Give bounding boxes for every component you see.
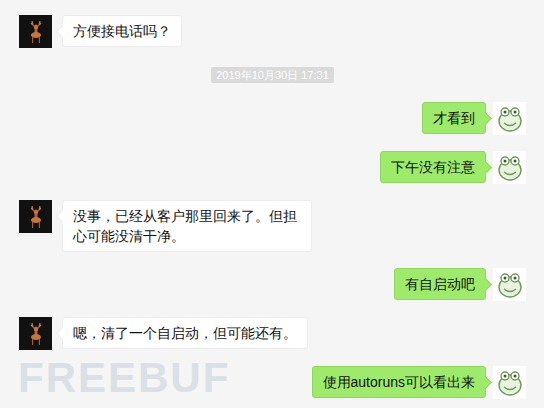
message-text: 嗯，清了一个自启动，但可能还有。: [73, 325, 297, 341]
message-bubble[interactable]: 才看到: [422, 102, 486, 134]
message-bubble[interactable]: 有自启动吧: [394, 268, 486, 300]
cartoon-icon: [495, 270, 525, 300]
message-text: 下午没有注意: [391, 159, 475, 175]
my-avatar[interactable]: [493, 102, 526, 135]
time-row: 2019年10月30日 17:31: [19, 67, 526, 83]
message-bubble[interactable]: 嗯，清了一个自启动，但可能还有。: [62, 317, 308, 349]
bubble-tail: [479, 112, 492, 125]
watermark: FREEBUF: [18, 354, 230, 402]
message-text: 使用autoruns可以看出来: [323, 374, 475, 390]
message-text: 有自启动吧: [405, 276, 475, 292]
message-text: 没事，已经从客户那里回来了。但担心可能没清干净。: [73, 208, 297, 244]
message-bubble[interactable]: 方便接电话吗？: [62, 15, 182, 47]
message-row-incoming: 没事，已经从客户那里回来了。但担心可能没清干净。: [19, 200, 526, 252]
message-row-incoming: 方便接电话吗？: [19, 15, 526, 48]
contact-avatar[interactable]: [19, 317, 52, 350]
message-row-incoming: 嗯，清了一个自启动，但可能还有。: [19, 317, 526, 350]
deer-icon: [24, 204, 48, 230]
cartoon-icon: [495, 153, 525, 183]
contact-avatar[interactable]: [19, 15, 52, 48]
chat-window: 方便接电话吗？ 2019年10月30日 17:31 才看到下午没有注意没事，已经从客…: [0, 0, 544, 408]
bubble-tail: [479, 161, 492, 174]
message-row-outgoing: 有自启动吧: [19, 268, 526, 301]
bubble-tail: [479, 278, 492, 291]
cartoon-icon: [495, 368, 525, 398]
contact-avatar[interactable]: [19, 200, 52, 233]
message-row-outgoing: 才看到: [19, 102, 526, 135]
deer-icon: [24, 321, 48, 347]
message-row-outgoing: 使用autoruns可以看出来: [19, 366, 526, 399]
message-list: 方便接电话吗？ 2019年10月30日 17:31 才看到下午没有注意没事，已经从客…: [0, 0, 544, 399]
bubble-tail: [56, 327, 69, 340]
deer-icon: [24, 19, 48, 45]
cartoon-icon: [495, 104, 525, 134]
message-bubble[interactable]: 使用autoruns可以看出来: [312, 366, 486, 398]
my-avatar[interactable]: [493, 366, 526, 399]
bubble-tail: [56, 25, 69, 38]
my-avatar[interactable]: [493, 151, 526, 184]
message-row-outgoing: 下午没有注意: [19, 151, 526, 184]
message-bubble[interactable]: 下午没有注意: [380, 151, 486, 183]
bubble-tail: [56, 210, 69, 223]
message-text: 方便接电话吗？: [73, 23, 171, 39]
bubble-tail: [479, 376, 492, 389]
message-bubble[interactable]: 没事，已经从客户那里回来了。但担心可能没清干净。: [62, 200, 312, 252]
my-avatar[interactable]: [493, 268, 526, 301]
timestamp: 2019年10月30日 17:31: [211, 67, 334, 83]
message-text: 才看到: [433, 110, 475, 126]
